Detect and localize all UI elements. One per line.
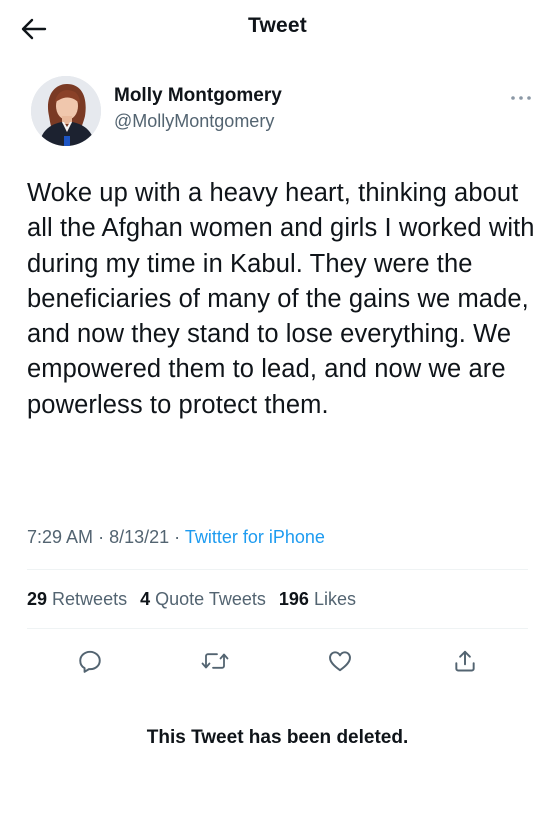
meta-separator: ·	[98, 527, 105, 547]
reply-button[interactable]	[75, 646, 105, 676]
avatar[interactable]	[31, 76, 101, 146]
quotes-count: 4	[140, 589, 151, 609]
like-button[interactable]	[325, 646, 355, 676]
heart-icon	[329, 651, 351, 672]
more-options-button[interactable]	[505, 90, 537, 106]
tweet-time: 7:29 AM	[27, 527, 94, 547]
tweet-text: Woke up with a heavy heart, thinking abo…	[27, 179, 535, 419]
retweet-button[interactable]	[200, 646, 230, 676]
tweet-meta: 7:29 AM · 8/13/21 · Twitter for iPhone	[27, 527, 325, 548]
likes-label: Likes	[313, 589, 356, 609]
meta-separator: ·	[174, 527, 181, 547]
tweet-author: Molly Montgomery @MollyMontgomery	[31, 76, 531, 148]
divider	[27, 569, 528, 570]
divider	[27, 628, 528, 629]
retweets-count: 29	[27, 589, 48, 609]
share-button[interactable]	[450, 646, 480, 676]
more-horizontal-icon	[511, 96, 531, 100]
deleted-tweet-notice: This Tweet has been deleted.	[146, 727, 409, 748]
likes-count: 196	[278, 589, 309, 609]
tweet-source-link[interactable]: Twitter for iPhone	[185, 527, 325, 547]
quotes-label: Quote Tweets	[155, 589, 266, 609]
reply-icon	[79, 650, 101, 673]
likes-stat[interactable]: 196 Likes	[279, 589, 356, 609]
quote-tweets-stat[interactable]: 4 Quote Tweets	[140, 589, 266, 609]
author-name[interactable]: Molly Montgomery	[114, 85, 282, 107]
page-title: Tweet	[248, 14, 307, 37]
profile-photo	[31, 76, 101, 146]
tweet-actions	[27, 640, 528, 680]
tweet-stats: 29 Retweets 4 Quote Tweets 196 Likes	[27, 589, 364, 610]
share-icon	[455, 650, 475, 672]
top-bar: Tweet	[0, 0, 555, 58]
retweet-icon	[201, 653, 229, 669]
author-handle[interactable]: @MollyMontgomery	[114, 111, 274, 132]
retweets-stat[interactable]: 29 Retweets	[27, 589, 127, 609]
tweet-date: 8/13/21	[109, 527, 170, 547]
retweets-label: Retweets	[52, 589, 128, 609]
